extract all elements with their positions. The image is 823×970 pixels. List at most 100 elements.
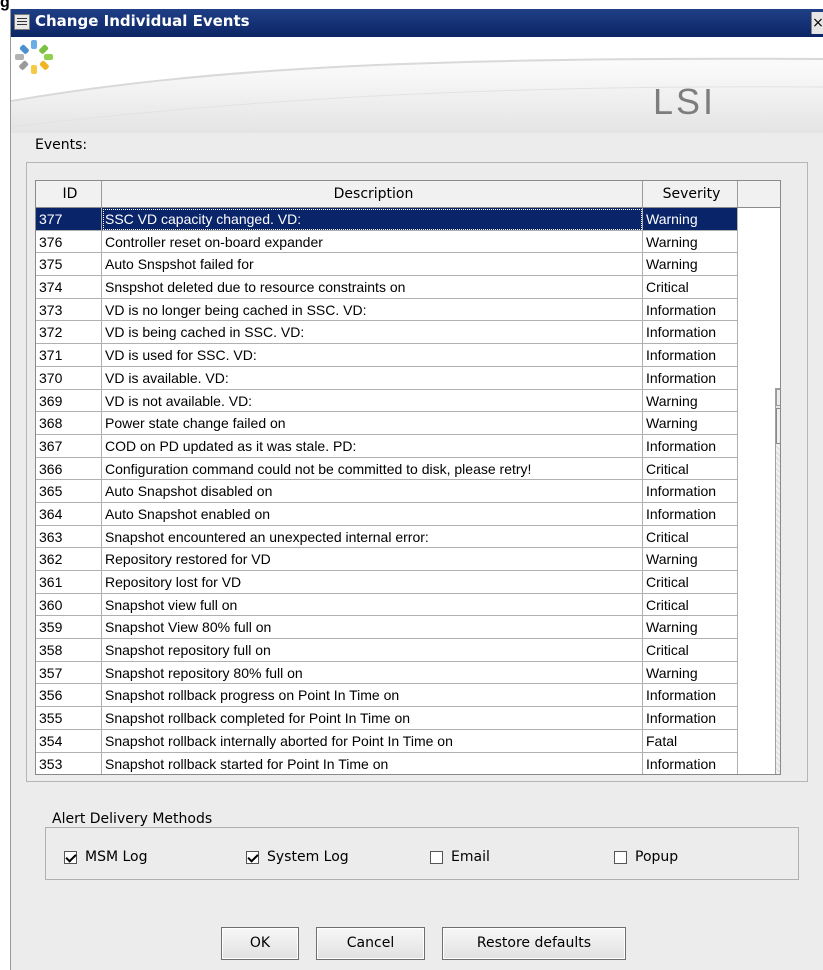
row-id-cell: 368 bbox=[36, 412, 102, 435]
row-id-cell: 353 bbox=[36, 752, 102, 774]
row-id-cell: 362 bbox=[36, 548, 102, 571]
vertical-scrollbar[interactable]: ▲ ▼ bbox=[775, 388, 780, 774]
ok-button[interactable]: OK bbox=[221, 927, 299, 960]
row-severity-cell: Warning bbox=[643, 389, 738, 413]
checkbox-box[interactable] bbox=[614, 850, 627, 864]
table-row[interactable]: 377 SSC VD capacity changed. VD: Warning bbox=[36, 208, 780, 231]
table-row[interactable]: 369 VD is not available. VD: Warning bbox=[36, 389, 780, 413]
table-row[interactable]: 353 Snapshot rollback started for Point I… bbox=[36, 752, 780, 774]
table-row[interactable]: 357 Snapshot repository 80% full on Warnin… bbox=[36, 661, 780, 685]
row-description-cell: Snapshot rollback completed for Point In… bbox=[102, 707, 643, 730]
row-severity-cell: Warning bbox=[643, 548, 738, 571]
row-severity-cell: Information bbox=[643, 480, 738, 503]
restore-defaults-button[interactable]: Restore defaults bbox=[442, 927, 626, 960]
checkbox-box[interactable] bbox=[430, 850, 443, 864]
checkbox-box[interactable] bbox=[246, 850, 259, 864]
table-row[interactable]: 376 Controller reset on-board expander War… bbox=[36, 230, 780, 254]
alert-delivery-title: Alert Delivery Methods bbox=[50, 811, 215, 827]
row-severity-cell: Critical bbox=[643, 593, 738, 617]
table-row[interactable]: 354 Snapshot rollback internally aborted … bbox=[36, 729, 780, 753]
row-id-cell: 373 bbox=[36, 298, 102, 322]
title-bar[interactable]: Change Individual Events × bbox=[11, 9, 823, 37]
row-description-cell: SSC VD capacity changed. VD: bbox=[102, 208, 643, 231]
row-description-cell: Configuration command could not be commi… bbox=[102, 457, 643, 481]
column-header-description[interactable]: Description bbox=[102, 181, 643, 207]
row-id-cell: 356 bbox=[36, 684, 102, 708]
checkbox-label: Email bbox=[451, 849, 490, 865]
checkbox-label: MSM Log bbox=[85, 849, 148, 865]
table-row[interactable]: 371 VD is used for SSC. VD: Information bbox=[36, 344, 780, 367]
table-row[interactable]: 368 Power state change failed on Warning bbox=[36, 412, 780, 435]
email-checkbox[interactable]: Email bbox=[430, 849, 490, 865]
alert-delivery-group bbox=[45, 827, 799, 880]
window-app-icon bbox=[14, 14, 30, 30]
row-severity-cell: Information bbox=[643, 321, 738, 345]
table-header: ID Description Severity bbox=[36, 181, 780, 208]
table-row[interactable]: 359 Snapshot View 80% full on Warning bbox=[36, 616, 780, 640]
events-label: Events: bbox=[35, 137, 88, 153]
row-severity-cell: Information bbox=[643, 684, 738, 708]
row-id-cell: 372 bbox=[36, 321, 102, 345]
row-severity-cell: Information bbox=[643, 502, 738, 526]
row-id-cell: 364 bbox=[36, 502, 102, 526]
row-description-cell: VD is being cached in SSC. VD: bbox=[102, 321, 643, 345]
row-id-cell: 358 bbox=[36, 639, 102, 662]
table-row[interactable]: 358 Snapshot repository full on Critical bbox=[36, 639, 780, 662]
row-description-cell: Snspshot deleted due to resource constra… bbox=[102, 276, 643, 299]
table-row[interactable]: 361 Repository lost for VD Critical bbox=[36, 571, 780, 594]
checkbox-box[interactable] bbox=[64, 850, 77, 864]
table-row[interactable]: 366 Configuration command could not be co… bbox=[36, 457, 780, 481]
row-id-cell: 370 bbox=[36, 366, 102, 390]
table-row[interactable]: 370 VD is available. VD: Information bbox=[36, 366, 780, 390]
row-severity-cell: Warning bbox=[643, 230, 738, 254]
cancel-button[interactable]: Cancel bbox=[316, 927, 425, 960]
table-row[interactable]: 373 VD is no longer being cached in SSC. … bbox=[36, 298, 780, 322]
window-title: Change Individual Events bbox=[35, 12, 250, 30]
table-row[interactable]: 356 Snapshot rollback progress on Point I… bbox=[36, 684, 780, 708]
row-severity-cell: Warning bbox=[643, 412, 738, 435]
row-description-cell: Snapshot rollback internally aborted for… bbox=[102, 729, 643, 753]
row-severity-cell: Warning bbox=[643, 208, 738, 231]
table-row[interactable]: 355 Snapshot rollback completed for Point… bbox=[36, 707, 780, 730]
events-table: ID Description Severity 377 SSC VD capaci… bbox=[35, 180, 781, 775]
row-description-cell: Controller reset on-board expander bbox=[102, 230, 643, 254]
row-id-cell: 367 bbox=[36, 434, 102, 458]
row-severity-cell: Fatal bbox=[643, 729, 738, 753]
row-severity-cell: Warning bbox=[643, 661, 738, 685]
row-id-cell: 355 bbox=[36, 707, 102, 730]
row-description-cell: Repository lost for VD bbox=[102, 571, 643, 594]
row-severity-cell: Information bbox=[643, 366, 738, 390]
row-id-cell: 359 bbox=[36, 616, 102, 640]
column-header-severity[interactable]: Severity bbox=[643, 181, 738, 207]
table-row[interactable]: 364 Auto Snapshot enabled on Information bbox=[36, 502, 780, 526]
row-severity-cell: Critical bbox=[643, 457, 738, 481]
row-description-cell: Snapshot rollback progress on Point In T… bbox=[102, 684, 643, 708]
scroll-thumb[interactable] bbox=[776, 408, 780, 444]
row-id-cell: 371 bbox=[36, 344, 102, 367]
table-row[interactable]: 360 Snapshot view full on Critical bbox=[36, 593, 780, 617]
system-log-checkbox[interactable]: System Log bbox=[246, 849, 349, 865]
lsi-starburst-logo-icon bbox=[15, 40, 53, 74]
table-row[interactable]: 362 Repository restored for VD Warning bbox=[36, 548, 780, 571]
row-severity-cell: Critical bbox=[643, 639, 738, 662]
checkbox-label: Popup bbox=[635, 849, 679, 865]
row-id-cell: 363 bbox=[36, 525, 102, 549]
msm-log-checkbox[interactable]: MSM Log bbox=[64, 849, 148, 865]
table-row[interactable]: 374 Snspshot deleted due to resource cons… bbox=[36, 276, 780, 299]
row-severity-cell: Warning bbox=[643, 253, 738, 277]
table-row[interactable]: 367 COD on PD updated as it was stale. PD… bbox=[36, 434, 780, 458]
row-description-cell: Snapshot repository 80% full on bbox=[102, 661, 643, 685]
row-description-cell: Snapshot View 80% full on bbox=[102, 616, 643, 640]
table-row[interactable]: 372 VD is being cached in SSC. VD: Informa… bbox=[36, 321, 780, 345]
header-banner: LSI bbox=[11, 37, 823, 133]
scroll-up-arrow-icon[interactable]: ▲ bbox=[776, 389, 780, 406]
table-row[interactable]: 363 Snapshot encountered an unexpected in… bbox=[36, 525, 780, 549]
column-header-id[interactable]: ID bbox=[36, 181, 102, 207]
row-severity-cell: Information bbox=[643, 752, 738, 774]
table-row[interactable]: 365 Auto Snapshot disabled on Information bbox=[36, 480, 780, 503]
popup-checkbox[interactable]: Popup bbox=[614, 849, 678, 865]
close-button[interactable]: × bbox=[811, 12, 823, 34]
table-row[interactable]: 375 Auto Snspshot failed for Warning bbox=[36, 253, 780, 277]
row-severity-cell: Information bbox=[643, 434, 738, 458]
row-description-cell: Power state change failed on bbox=[102, 412, 643, 435]
